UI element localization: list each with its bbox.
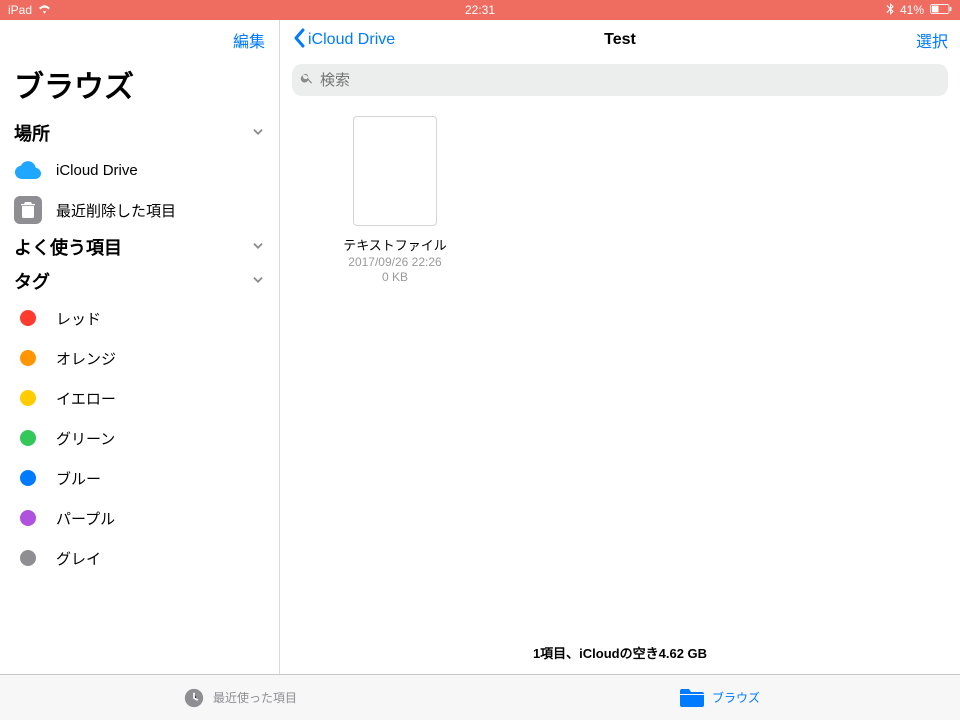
tag-dot-icon [14, 304, 42, 332]
section-locations-label: 場所 [14, 120, 50, 146]
device-label: iPad [8, 3, 32, 17]
chevron-left-icon [292, 28, 306, 53]
tab-recents[interactable]: 最近使った項目 [0, 675, 480, 720]
tag-dot-icon [14, 424, 42, 452]
file-size: 0 KB [330, 270, 460, 286]
bluetooth-icon [886, 3, 894, 18]
location-recently-deleted-label: 最近削除した項目 [56, 200, 176, 221]
file-item[interactable]: テキストファイル2017/09/26 22:260 KB [330, 116, 460, 286]
status-bar: iPad 22:31 41% [0, 0, 960, 20]
tag-item-label: グリーン [56, 428, 115, 449]
trash-icon [14, 196, 42, 224]
select-button[interactable]: 選択 [916, 28, 948, 52]
tag-item-label: ブルー [56, 468, 101, 489]
back-button[interactable]: iCloud Drive [292, 28, 395, 53]
section-locations[interactable]: 場所 [14, 116, 265, 150]
location-recently-deleted[interactable]: 最近削除した項目 [14, 190, 265, 230]
tag-dot-icon [14, 344, 42, 372]
tag-item[interactable]: オレンジ [14, 338, 265, 378]
tag-dot-icon [14, 464, 42, 492]
battery-icon [930, 3, 952, 17]
tag-dot-icon [14, 504, 42, 532]
tag-item[interactable]: ブルー [14, 458, 265, 498]
sidebar-title: ブラウズ [0, 60, 279, 116]
tag-item-label: レッド [56, 308, 101, 329]
chevron-down-icon [251, 123, 265, 144]
search-icon [300, 71, 314, 89]
tag-item[interactable]: レッド [14, 298, 265, 338]
cloud-icon [14, 156, 42, 184]
location-icloud-drive[interactable]: iCloud Drive [14, 150, 265, 190]
clock: 22:31 [465, 3, 495, 17]
sidebar: 編集 ブラウズ 場所 iCloud Drive [0, 20, 280, 674]
section-favorites[interactable]: よく使う項目 [14, 230, 265, 264]
tag-item-label: イエロー [56, 388, 116, 409]
main-panel: iCloud Drive Test 選択 テキストファイル2017/09/26 … [280, 20, 960, 674]
tab-recents-label: 最近使った項目 [213, 689, 297, 706]
tag-dot-icon [14, 384, 42, 412]
section-tags[interactable]: タグ [14, 264, 265, 298]
tag-item-label: オレンジ [56, 348, 116, 369]
back-label: iCloud Drive [308, 31, 395, 49]
tab-browse[interactable]: ブラウズ [480, 675, 960, 720]
wifi-icon [38, 3, 51, 17]
section-favorites-label: よく使う項目 [14, 234, 122, 260]
main-title: Test [604, 31, 636, 49]
tab-bar: 最近使った項目 ブラウズ [0, 674, 960, 720]
tag-item[interactable]: グレイ [14, 538, 265, 578]
file-thumbnail [353, 116, 437, 226]
chevron-down-icon [251, 271, 265, 292]
chevron-down-icon [251, 237, 265, 258]
file-date: 2017/09/26 22:26 [330, 255, 460, 271]
folder-icon [680, 689, 704, 707]
file-name: テキストファイル [330, 238, 460, 255]
search-bar[interactable] [292, 64, 948, 96]
tag-item[interactable]: パープル [14, 498, 265, 538]
tag-item[interactable]: イエロー [14, 378, 265, 418]
section-tags-label: タグ [14, 268, 50, 294]
location-icloud-drive-label: iCloud Drive [56, 162, 138, 179]
edit-button[interactable]: 編集 [233, 28, 265, 52]
battery-text: 41% [900, 3, 924, 17]
footer-status: 1項目、iCloudの空き4.62 GB [280, 633, 960, 674]
tag-item-label: パープル [56, 508, 115, 529]
tag-item-label: グレイ [56, 548, 101, 569]
search-input[interactable] [320, 72, 940, 89]
clock-icon [183, 687, 205, 709]
tag-item[interactable]: グリーン [14, 418, 265, 458]
tab-browse-label: ブラウズ [712, 689, 760, 706]
tag-dot-icon [14, 544, 42, 572]
